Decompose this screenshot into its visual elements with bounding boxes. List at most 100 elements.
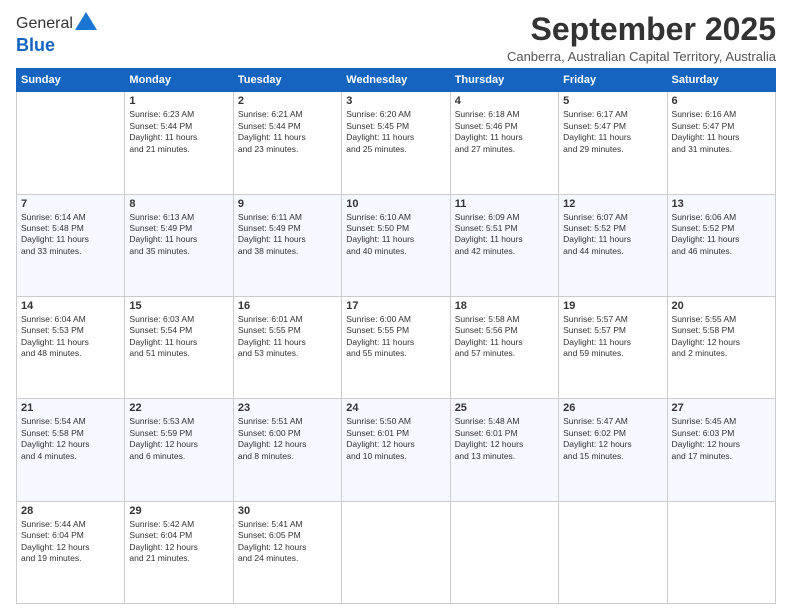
cell-date-number: 4 — [455, 95, 554, 107]
cell-date-number: 15 — [129, 300, 228, 312]
table-row — [17, 92, 125, 194]
cell-date-number: 23 — [238, 402, 337, 414]
cell-info: Sunrise: 6:00 AMSunset: 5:55 PMDaylight:… — [346, 314, 445, 360]
cell-date-number: 7 — [21, 198, 120, 210]
cell-info: Sunrise: 6:14 AMSunset: 5:48 PMDaylight:… — [21, 212, 120, 258]
logo-blue-text: Blue — [16, 35, 55, 55]
cell-info: Sunrise: 6:06 AMSunset: 5:52 PMDaylight:… — [672, 212, 771, 258]
cell-info: Sunrise: 6:01 AMSunset: 5:55 PMDaylight:… — [238, 314, 337, 360]
cell-date-number: 28 — [21, 505, 120, 517]
cell-info: Sunrise: 5:55 AMSunset: 5:58 PMDaylight:… — [672, 314, 771, 360]
table-row: 8 Sunrise: 6:13 AMSunset: 5:49 PMDaylight… — [125, 194, 233, 296]
cell-date-number: 8 — [129, 198, 228, 210]
cell-info: Sunrise: 6:16 AMSunset: 5:47 PMDaylight:… — [672, 109, 771, 155]
cell-info: Sunrise: 6:13 AMSunset: 5:49 PMDaylight:… — [129, 212, 228, 258]
col-monday: Monday — [125, 69, 233, 92]
cell-date-number: 16 — [238, 300, 337, 312]
calendar-week-row: 28 Sunrise: 5:44 AMSunset: 6:04 PMDayligh… — [17, 501, 776, 603]
table-row: 13 Sunrise: 6:06 AMSunset: 5:52 PMDayligh… — [667, 194, 775, 296]
table-row: 27 Sunrise: 5:45 AMSunset: 6:03 PMDayligh… — [667, 399, 775, 501]
calendar-week-row: 1 Sunrise: 6:23 AMSunset: 5:44 PMDaylight… — [17, 92, 776, 194]
cell-date-number: 18 — [455, 300, 554, 312]
table-row: 29 Sunrise: 5:42 AMSunset: 6:04 PMDayligh… — [125, 501, 233, 603]
cell-info: Sunrise: 5:44 AMSunset: 6:04 PMDaylight:… — [21, 519, 120, 565]
table-row — [450, 501, 558, 603]
cell-date-number: 1 — [129, 95, 228, 107]
cell-date-number: 30 — [238, 505, 337, 517]
cell-date-number: 3 — [346, 95, 445, 107]
table-row: 17 Sunrise: 6:00 AMSunset: 5:55 PMDayligh… — [342, 296, 450, 398]
table-row: 30 Sunrise: 5:41 AMSunset: 6:05 PMDayligh… — [233, 501, 341, 603]
table-row: 15 Sunrise: 6:03 AMSunset: 5:54 PMDayligh… — [125, 296, 233, 398]
cell-info: Sunrise: 5:47 AMSunset: 6:02 PMDaylight:… — [563, 416, 662, 462]
cell-date-number: 26 — [563, 402, 662, 414]
table-row — [342, 501, 450, 603]
col-wednesday: Wednesday — [342, 69, 450, 92]
cell-info: Sunrise: 5:48 AMSunset: 6:01 PMDaylight:… — [455, 416, 554, 462]
cell-info: Sunrise: 6:04 AMSunset: 5:53 PMDaylight:… — [21, 314, 120, 360]
table-row: 20Sunrise: 5:55 AMSunset: 5:58 PMDayligh… — [667, 296, 775, 398]
subtitle: Canberra, Australian Capital Territory, … — [507, 49, 776, 64]
table-row — [559, 501, 667, 603]
col-sunday: Sunday — [17, 69, 125, 92]
table-row: 11Sunrise: 6:09 AMSunset: 5:51 PMDayligh… — [450, 194, 558, 296]
cell-info: Sunrise: 5:45 AMSunset: 6:03 PMDaylight:… — [672, 416, 771, 462]
cell-date-number: 22 — [129, 402, 228, 414]
table-row: 18 Sunrise: 5:58 AMSunset: 5:56 PMDayligh… — [450, 296, 558, 398]
cell-info: Sunrise: 5:57 AMSunset: 5:57 PMDaylight:… — [563, 314, 662, 360]
cell-date-number: 29 — [129, 505, 228, 517]
table-row: 12 Sunrise: 6:07 AMSunset: 5:52 PMDayligh… — [559, 194, 667, 296]
cell-date-number: 13 — [672, 198, 771, 210]
col-tuesday: Tuesday — [233, 69, 341, 92]
table-row: 26 Sunrise: 5:47 AMSunset: 6:02 PMDayligh… — [559, 399, 667, 501]
cell-info: Sunrise: 5:58 AMSunset: 5:56 PMDaylight:… — [455, 314, 554, 360]
cell-info: Sunrise: 5:53 AMSunset: 5:59 PMDaylight:… — [129, 416, 228, 462]
table-row: 1 Sunrise: 6:23 AMSunset: 5:44 PMDaylight… — [125, 92, 233, 194]
cell-date-number: 9 — [238, 198, 337, 210]
cell-date-number: 25 — [455, 402, 554, 414]
cell-date-number: 5 — [563, 95, 662, 107]
table-row: 16 Sunrise: 6:01 AMSunset: 5:55 PMDayligh… — [233, 296, 341, 398]
calendar-header-row: Sunday Monday Tuesday Wednesday Thursday… — [17, 69, 776, 92]
cell-info: Sunrise: 5:51 AMSunset: 6:00 PMDaylight:… — [238, 416, 337, 462]
cell-info: Sunrise: 6:11 AMSunset: 5:49 PMDaylight:… — [238, 212, 337, 258]
table-row: 4Sunrise: 6:18 AMSunset: 5:46 PMDaylight… — [450, 92, 558, 194]
table-row: 7 Sunrise: 6:14 AMSunset: 5:48 PMDaylight… — [17, 194, 125, 296]
cell-info: Sunrise: 5:42 AMSunset: 6:04 PMDaylight:… — [129, 519, 228, 565]
cell-info: Sunrise: 6:23 AMSunset: 5:44 PMDaylight:… — [129, 109, 228, 155]
cell-date-number: 12 — [563, 198, 662, 210]
table-row: 3Sunrise: 6:20 AMSunset: 5:45 PMDaylight… — [342, 92, 450, 194]
calendar-table: Sunday Monday Tuesday Wednesday Thursday… — [16, 68, 776, 604]
title-block: September 2025 Canberra, Australian Capi… — [507, 12, 776, 64]
table-row: 24Sunrise: 5:50 AMSunset: 6:01 PMDayligh… — [342, 399, 450, 501]
page: General Blue September 2025 Canberra, Au… — [0, 0, 792, 612]
header: General Blue September 2025 Canberra, Au… — [16, 12, 776, 64]
table-row: 25 Sunrise: 5:48 AMSunset: 6:01 PMDayligh… — [450, 399, 558, 501]
cell-date-number: 21 — [21, 402, 120, 414]
cell-date-number: 27 — [672, 402, 771, 414]
cell-date-number: 14 — [21, 300, 120, 312]
table-row — [667, 501, 775, 603]
logo: General Blue — [16, 12, 97, 56]
cell-info: Sunrise: 5:41 AMSunset: 6:05 PMDaylight:… — [238, 519, 337, 565]
cell-date-number: 10 — [346, 198, 445, 210]
table-row: 21 Sunrise: 5:54 AMSunset: 5:58 PMDayligh… — [17, 399, 125, 501]
table-row: 9 Sunrise: 6:11 AMSunset: 5:49 PMDaylight… — [233, 194, 341, 296]
logo-general-text: General — [16, 15, 73, 33]
table-row: 10Sunrise: 6:10 AMSunset: 5:50 PMDayligh… — [342, 194, 450, 296]
cell-info: Sunrise: 5:54 AMSunset: 5:58 PMDaylight:… — [21, 416, 120, 462]
logo-triangle-icon — [75, 12, 97, 35]
cell-info: Sunrise: 5:50 AMSunset: 6:01 PMDaylight:… — [346, 416, 445, 462]
table-row: 5Sunrise: 6:17 AMSunset: 5:47 PMDaylight… — [559, 92, 667, 194]
table-row: 19Sunrise: 5:57 AMSunset: 5:57 PMDayligh… — [559, 296, 667, 398]
table-row: 2Sunrise: 6:21 AMSunset: 5:44 PMDaylight… — [233, 92, 341, 194]
calendar-week-row: 7 Sunrise: 6:14 AMSunset: 5:48 PMDaylight… — [17, 194, 776, 296]
calendar-week-row: 21 Sunrise: 5:54 AMSunset: 5:58 PMDayligh… — [17, 399, 776, 501]
month-title: September 2025 — [507, 12, 776, 47]
cell-info: Sunrise: 6:07 AMSunset: 5:52 PMDaylight:… — [563, 212, 662, 258]
table-row: 23 Sunrise: 5:51 AMSunset: 6:00 PMDayligh… — [233, 399, 341, 501]
cell-date-number: 2 — [238, 95, 337, 107]
cell-date-number: 17 — [346, 300, 445, 312]
calendar-week-row: 14 Sunrise: 6:04 AMSunset: 5:53 PMDayligh… — [17, 296, 776, 398]
cell-info: Sunrise: 6:03 AMSunset: 5:54 PMDaylight:… — [129, 314, 228, 360]
